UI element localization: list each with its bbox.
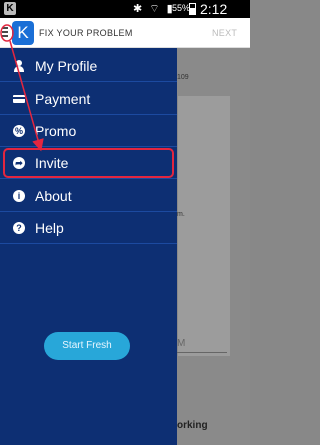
app-notification-icon: K [4,2,16,15]
background-text: m. [177,211,185,218]
background-number: 109 [177,74,189,81]
status-bar: K ✱ ⌔ ▮ 55% 2:12 PM [0,0,250,33]
start-fresh-button[interactable]: Start Fresh [44,332,130,360]
menu-item-label: About [35,188,72,204]
page-title: FIX YOUR PROBLEM [39,28,133,38]
percent-icon: % [13,125,25,137]
info-icon: i [13,190,25,202]
navigation-drawer: My Profile Payment % Promo ➦ Invite i Ab… [0,48,177,445]
next-button[interactable]: NEXT [212,28,237,38]
background-field: M [177,338,186,349]
help-icon: ? [13,222,25,234]
menu-item-label: Help [35,220,64,236]
background-card [178,96,230,356]
hamburger-menu-icon[interactable] [2,27,10,39]
background-field-underline [177,352,227,353]
menu-item-about[interactable]: i About [0,180,177,212]
menu-item-help[interactable]: ? Help [0,212,177,244]
menu-item-payment[interactable]: Payment [0,83,177,115]
battery-icon [189,3,196,15]
bluetooth-wifi-signal-icons: ✱ ⌔ ▮ [133,3,175,15]
credit-card-icon [13,95,25,103]
background-working-text: orking [177,420,208,431]
app-logo[interactable]: K [12,21,34,45]
battery-percent: 55% [172,3,191,13]
menu-item-label: Promo [35,123,77,139]
menu-item-label: My Profile [35,58,98,74]
app-bar: K FIX YOUR PROBLEM NEXT [0,18,250,48]
menu-item-label: Payment [35,91,91,107]
menu-item-my-profile[interactable]: My Profile [0,50,177,82]
invite-highlight-box [3,148,174,178]
menu-item-promo[interactable]: % Promo [0,115,177,147]
person-icon [13,60,25,72]
